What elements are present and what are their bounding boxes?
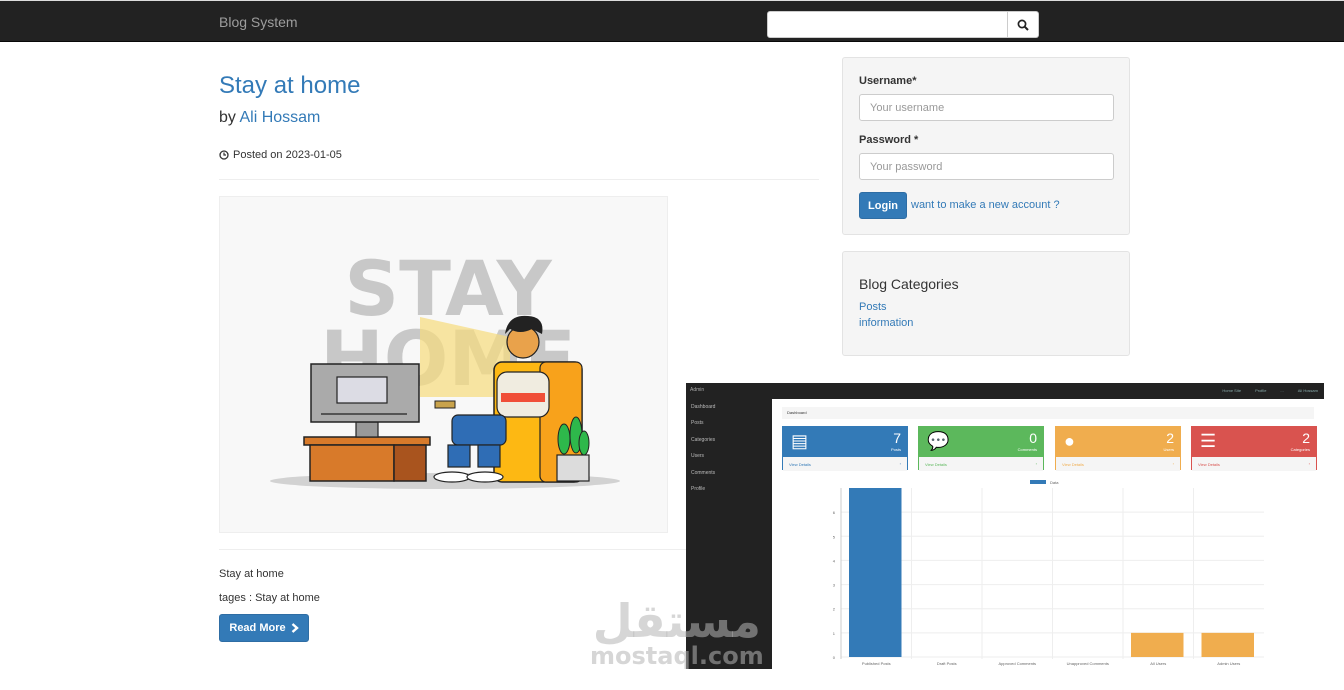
plant-pot [556,454,590,482]
y-tick-label: 3 [833,583,836,588]
tv-stand-side [393,444,427,482]
x-tick-label: Admin Users [1217,661,1240,666]
y-tick-label: 6 [833,510,836,515]
blog-categories-panel: Blog Categories Posts information [842,251,1130,356]
x-tick-label: Draft Posts [937,661,957,666]
author-link[interactable]: Ali Hossam [239,109,320,126]
clock-icon [219,150,229,160]
read-more-button[interactable]: Read More [219,614,309,642]
post-tags: tages : Stay at home [219,592,320,604]
chevron-right-icon [291,623,299,633]
categories-title: Blog Categories [859,276,959,292]
post-excerpt: Stay at home [219,568,284,580]
x-tick-label: Unapproved Comments [1067,661,1109,666]
watermark-latin: mostaql.com [590,642,764,670]
search-form [767,11,1039,38]
post-image: STAY HOME [219,196,668,533]
password-label: Password * [859,134,919,146]
posted-date-text: Posted on 2023-01-05 [233,149,342,161]
tv-stand-top [303,436,431,446]
top-navbar: Blog System [0,0,1344,42]
x-tick-label: All Users [1150,661,1166,666]
brand-link[interactable]: Blog System [219,14,298,30]
y-tick-label: 5 [833,534,836,539]
search-button[interactable] [1008,11,1039,38]
bar [849,488,902,657]
legend-swatch [1030,480,1046,484]
person-legs [451,414,507,446]
tv-neck [355,421,379,438]
read-more-label: Read More [229,622,286,634]
tv-stand-front [309,444,395,482]
y-tick-label: 2 [833,607,836,612]
admin-bar-chart: Data 0 1 2 3 4 5 6 Published Posts Draft Posts App… [833,480,1264,666]
bar [1131,632,1184,657]
login-panel: Username* Password * Login want to make … [842,57,1130,235]
x-tick-label: Published Posts [862,661,891,666]
post-byline: by Ali Hossam [219,109,320,127]
password-input[interactable] [859,153,1114,180]
tv-remote [434,400,456,409]
category-link[interactable]: information [859,317,913,329]
plant-leaf [557,423,571,455]
post-date: Posted on 2023-01-05 [219,149,342,161]
tv-screen [336,376,388,404]
y-tick-label: 0 [833,655,836,660]
signup-link[interactable]: want to make a new account ? [911,199,1060,211]
search-input[interactable] [767,11,1008,38]
divider [219,179,819,180]
mostaql-watermark: مستقل mostaql.com [590,598,764,668]
by-label: by [219,109,236,126]
username-label: Username* [859,75,917,87]
x-tick-label: Approved Comments [998,661,1036,666]
bar [1201,632,1254,657]
username-input[interactable] [859,94,1114,121]
admin-dashboard-preview: Admin Home Site Profile ... Ali Hossam D… [686,383,1324,669]
legend-label: Data [1050,480,1059,485]
category-link[interactable]: Posts [859,301,887,313]
post-title[interactable]: Stay at home [219,72,360,100]
login-button[interactable]: Login [859,192,907,219]
y-tick-label: 1 [833,631,836,636]
search-icon [1017,19,1029,31]
stay-home-illustration: STAY HOME [270,244,620,489]
watermark-arabic: مستقل [592,594,761,648]
y-tick-label: 4 [833,558,836,563]
